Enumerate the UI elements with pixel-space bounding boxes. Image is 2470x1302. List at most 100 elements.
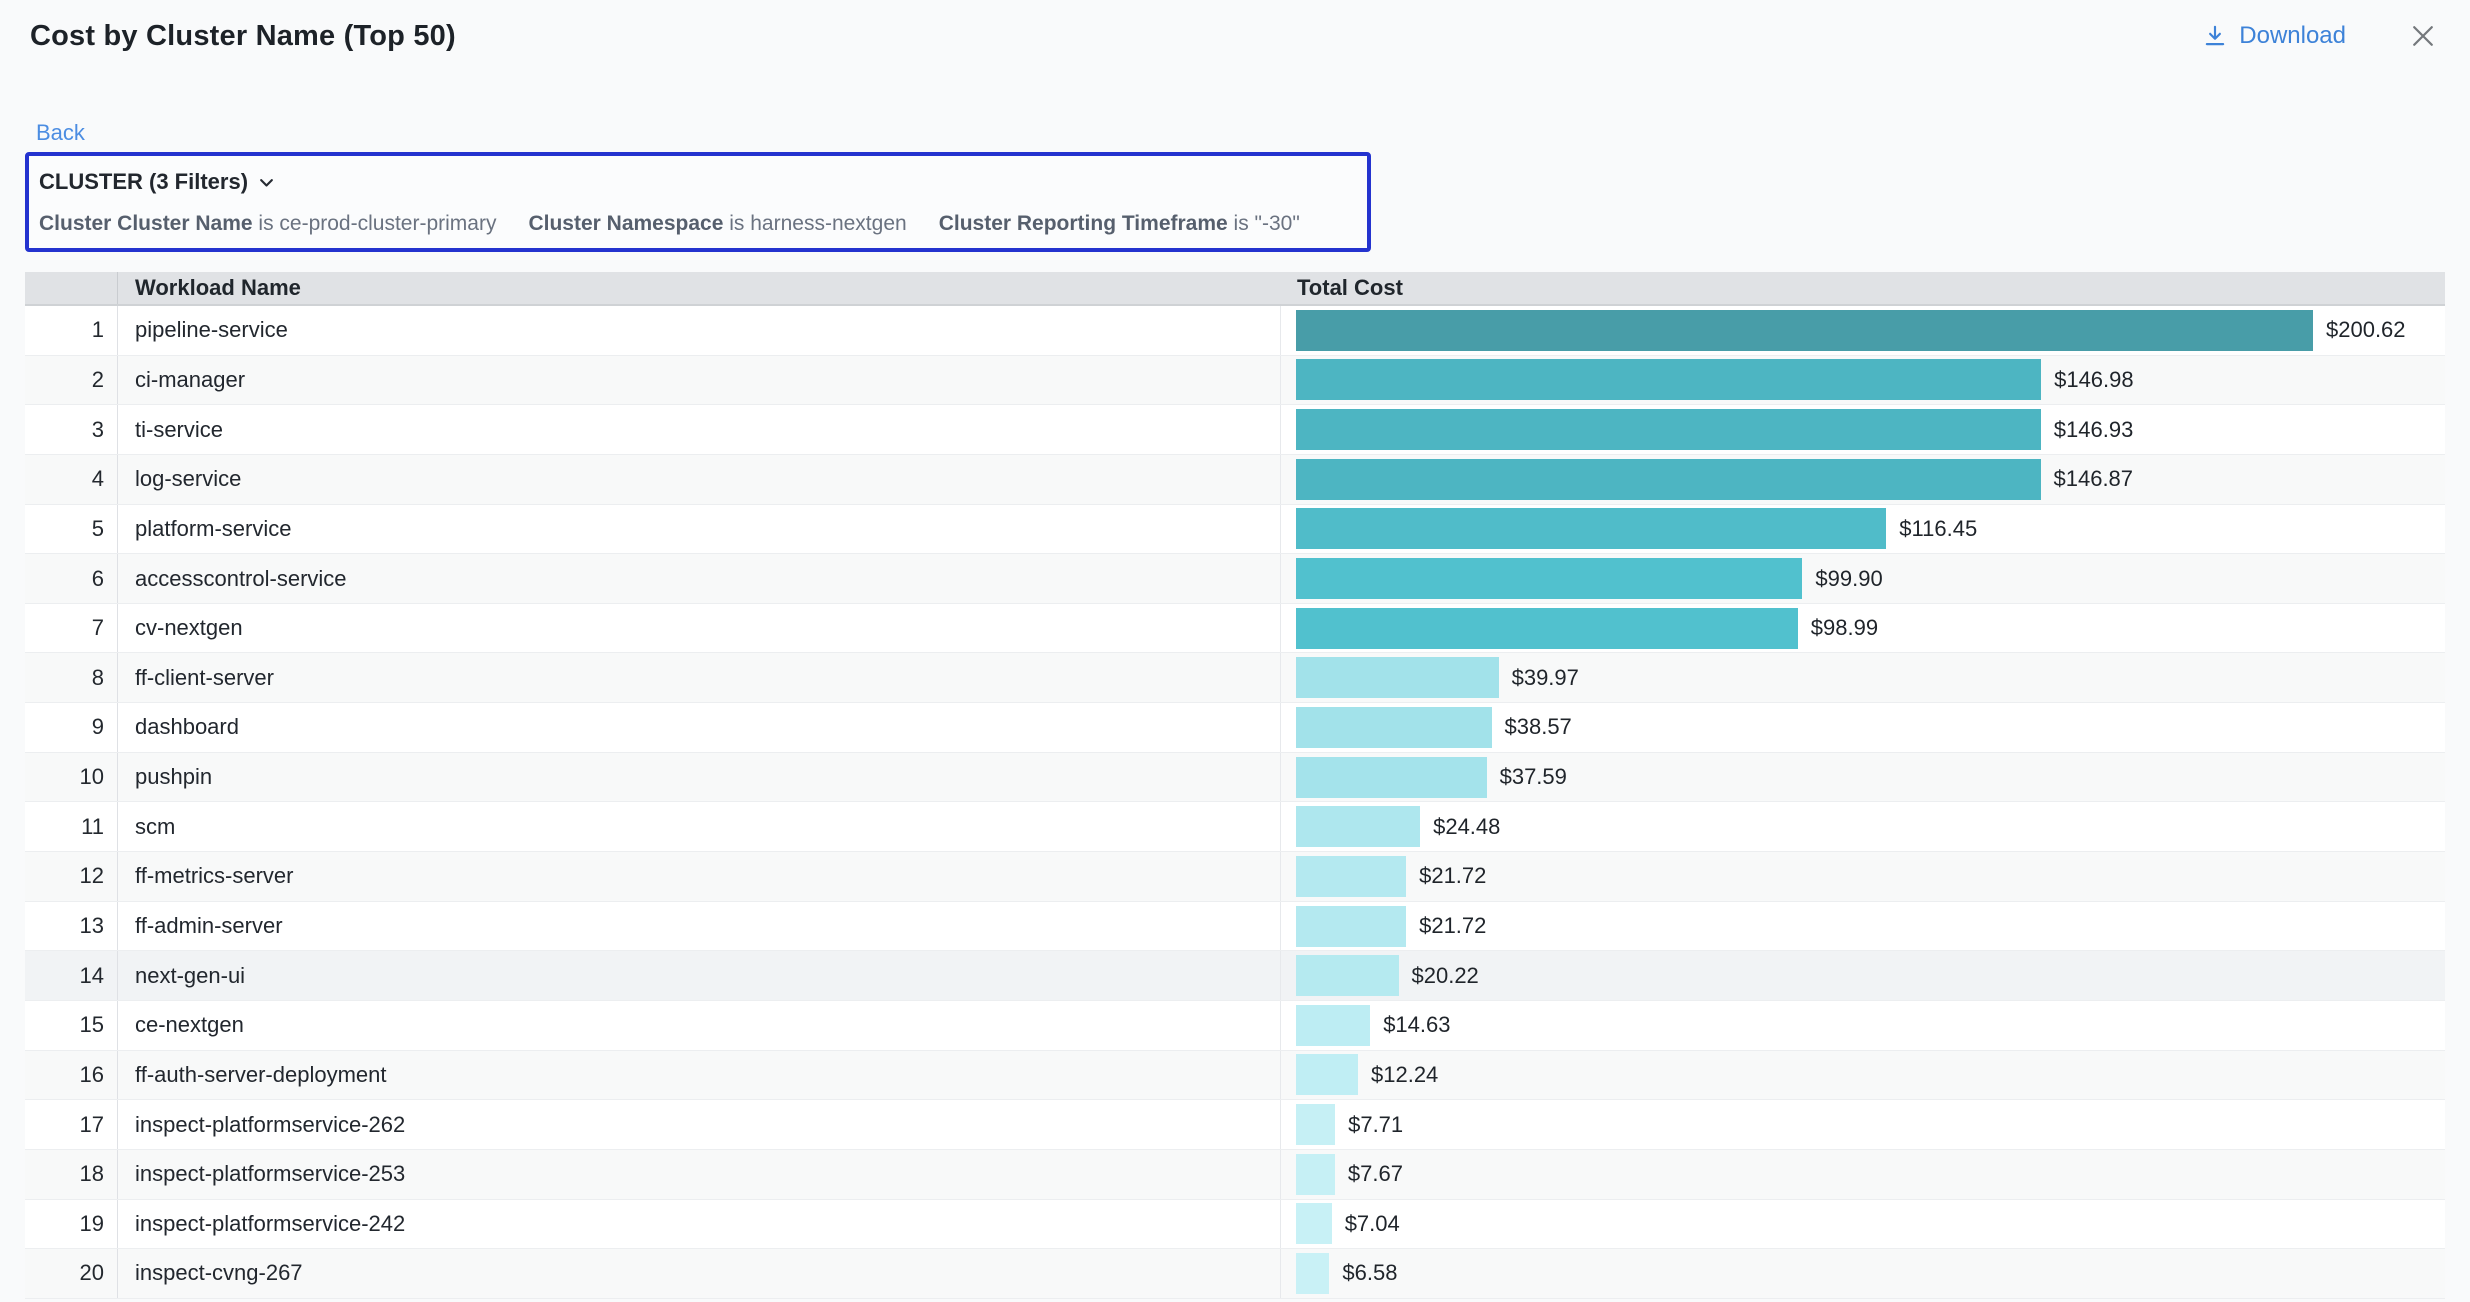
table-row[interactable]: 7 cv-nextgen $98.99 — [25, 604, 2445, 654]
close-button[interactable] — [2408, 21, 2438, 51]
cost-bar[interactable] — [1296, 1154, 1335, 1195]
cost-bar[interactable] — [1296, 359, 2041, 400]
col-header-workload-name[interactable]: Workload Name — [118, 275, 1281, 301]
dialog-header: Cost by Cluster Name (Top 50) Download — [0, 0, 2470, 72]
total-cost-cell: $6.58 — [1281, 1249, 2445, 1298]
total-cost-cell: $12.24 — [1281, 1051, 2445, 1100]
cost-bar[interactable] — [1296, 707, 1492, 748]
row-rank: 5 — [25, 505, 118, 554]
table-row[interactable]: 13 ff-admin-server $21.72 — [25, 902, 2445, 952]
cost-bar[interactable] — [1296, 508, 1886, 549]
row-rank: 19 — [25, 1200, 118, 1249]
cost-value: $146.93 — [2054, 417, 2134, 443]
table-row[interactable]: 8 ff-client-server $39.97 — [25, 653, 2445, 703]
table-row[interactable]: 19 inspect-platformservice-242 $7.04 — [25, 1200, 2445, 1250]
cost-bar[interactable] — [1296, 1054, 1358, 1095]
cost-value: $7.04 — [1345, 1211, 1400, 1237]
workload-name: platform-service — [118, 505, 1281, 554]
row-rank: 6 — [25, 554, 118, 603]
table-row[interactable]: 15 ce-nextgen $14.63 — [25, 1001, 2445, 1051]
table-row[interactable]: 12 ff-metrics-server $21.72 — [25, 852, 2445, 902]
cost-bar[interactable] — [1296, 459, 2041, 500]
workload-name: cv-nextgen — [118, 604, 1281, 653]
workload-name: ff-admin-server — [118, 902, 1281, 951]
workload-name: pipeline-service — [118, 306, 1281, 355]
table-row[interactable]: 14 next-gen-ui $20.22 — [25, 951, 2445, 1001]
download-button[interactable]: Download — [2202, 22, 2346, 50]
table-row[interactable]: 16 ff-auth-server-deployment $12.24 — [25, 1051, 2445, 1101]
cost-bar[interactable] — [1296, 1005, 1370, 1046]
filter-condition[interactable]: Cluster Reporting Timeframe is "-30" — [939, 212, 1300, 236]
filter-group-toggle[interactable]: CLUSTER (3 Filters) — [39, 169, 1353, 195]
col-header-total-cost[interactable]: Total Cost — [1281, 275, 2445, 301]
cost-bar[interactable] — [1296, 310, 2313, 351]
workload-name: next-gen-ui — [118, 951, 1281, 1000]
download-label: Download — [2239, 22, 2346, 50]
table-row[interactable]: 20 inspect-cvng-267 $6.58 — [25, 1249, 2445, 1299]
table-row[interactable]: 18 inspect-platformservice-253 $7.67 — [25, 1150, 2445, 1200]
total-cost-cell: $14.63 — [1281, 1001, 2445, 1050]
row-rank: 14 — [25, 951, 118, 1000]
filter-condition[interactable]: Cluster Namespace is harness-nextgen — [528, 212, 906, 236]
row-rank: 2 — [25, 356, 118, 405]
row-rank: 17 — [25, 1100, 118, 1149]
table-row[interactable]: 17 inspect-platformservice-262 $7.71 — [25, 1100, 2445, 1150]
cost-value: $39.97 — [1512, 665, 1579, 691]
filter-list: Cluster Cluster Name is ce-prod-cluster-… — [39, 212, 1353, 236]
cost-bar[interactable] — [1296, 806, 1420, 847]
total-cost-cell: $146.93 — [1281, 405, 2445, 454]
cost-bar[interactable] — [1296, 608, 1798, 649]
workload-name: pushpin — [118, 753, 1281, 802]
row-rank: 12 — [25, 852, 118, 901]
table-row[interactable]: 3 ti-service $146.93 — [25, 405, 2445, 455]
workload-name: ff-auth-server-deployment — [118, 1051, 1281, 1100]
workload-name: inspect-cvng-267 — [118, 1249, 1281, 1298]
cost-value: $12.24 — [1371, 1062, 1438, 1088]
col-header-rank — [25, 272, 118, 304]
cost-value: $21.72 — [1419, 863, 1486, 889]
row-rank: 11 — [25, 802, 118, 851]
table-row[interactable]: 1 pipeline-service $200.62 — [25, 306, 2445, 356]
total-cost-cell: $146.87 — [1281, 455, 2445, 504]
total-cost-cell: $21.72 — [1281, 902, 2445, 951]
filter-value-label: is harness-nextgen — [723, 212, 906, 235]
cost-bar[interactable] — [1296, 906, 1406, 947]
filter-field-label: Cluster Namespace — [528, 212, 723, 235]
total-cost-cell: $200.62 — [1281, 306, 2445, 355]
row-rank: 4 — [25, 455, 118, 504]
total-cost-cell: $39.97 — [1281, 653, 2445, 702]
filter-panel: CLUSTER (3 Filters) Cluster Cluster Name… — [25, 152, 1371, 252]
row-rank: 20 — [25, 1249, 118, 1298]
total-cost-cell: $116.45 — [1281, 505, 2445, 554]
cost-value: $200.62 — [2326, 317, 2406, 343]
cost-bar[interactable] — [1296, 657, 1499, 698]
table-row[interactable]: 10 pushpin $37.59 — [25, 753, 2445, 803]
cost-bar[interactable] — [1296, 757, 1487, 798]
cost-bar[interactable] — [1296, 1104, 1335, 1145]
workload-name: ci-manager — [118, 356, 1281, 405]
table-row[interactable]: 6 accesscontrol-service $99.90 — [25, 554, 2445, 604]
table-row[interactable]: 2 ci-manager $146.98 — [25, 356, 2445, 406]
cost-bar[interactable] — [1296, 409, 2041, 450]
table-row[interactable]: 11 scm $24.48 — [25, 802, 2445, 852]
row-rank: 13 — [25, 902, 118, 951]
cost-bar[interactable] — [1296, 955, 1399, 996]
cost-value: $20.22 — [1412, 963, 1479, 989]
cost-value: $98.99 — [1811, 615, 1878, 641]
row-rank: 7 — [25, 604, 118, 653]
download-icon — [2202, 23, 2228, 49]
back-link[interactable]: Back — [36, 120, 85, 146]
table-row[interactable]: 5 platform-service $116.45 — [25, 505, 2445, 555]
cost-value: $21.72 — [1419, 913, 1486, 939]
cost-bar[interactable] — [1296, 558, 1802, 599]
cost-bar[interactable] — [1296, 856, 1406, 897]
table-row[interactable]: 4 log-service $146.87 — [25, 455, 2445, 505]
filter-value-label: is "-30" — [1228, 212, 1300, 235]
filter-condition[interactable]: Cluster Cluster Name is ce-prod-cluster-… — [39, 212, 496, 236]
table-body: 1 pipeline-service $200.62 2 ci-manager … — [25, 306, 2445, 1299]
workload-name: ff-client-server — [118, 653, 1281, 702]
cost-bar[interactable] — [1296, 1253, 1329, 1294]
cost-bar[interactable] — [1296, 1203, 1332, 1244]
table-row[interactable]: 9 dashboard $38.57 — [25, 703, 2445, 753]
cost-value: $116.45 — [1899, 516, 1977, 542]
